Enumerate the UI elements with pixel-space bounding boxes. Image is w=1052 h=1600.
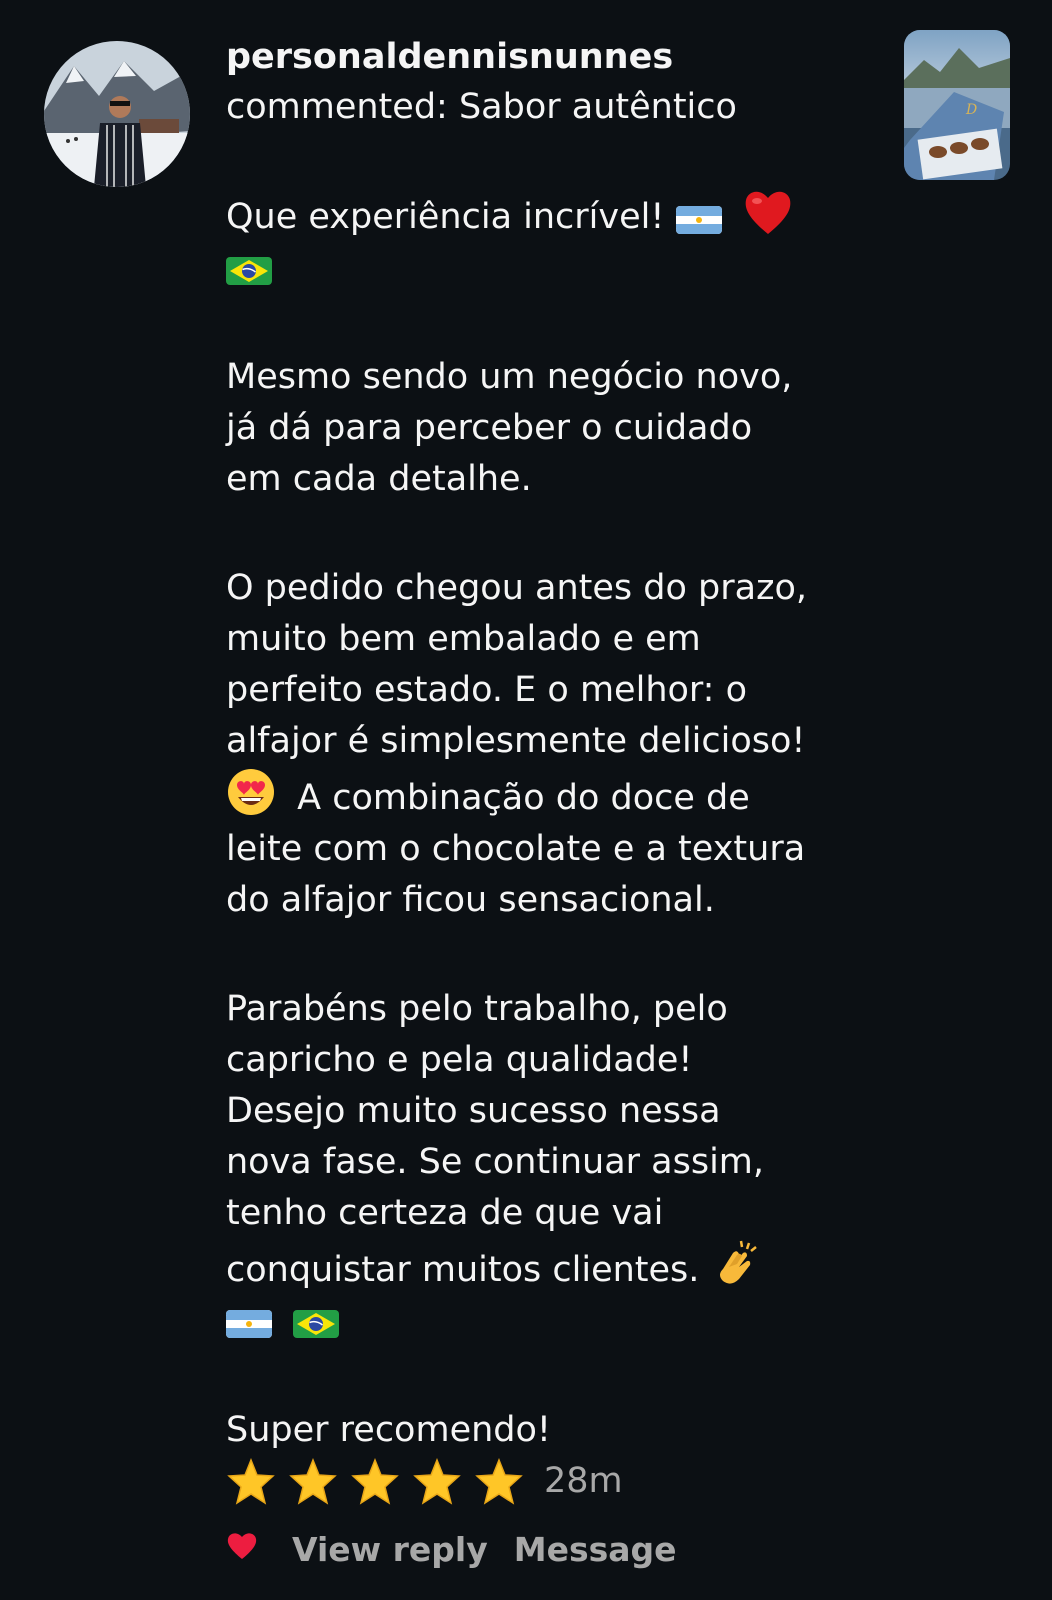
svg-text:D: D xyxy=(965,102,977,118)
comment-subtitle: commented: Sabor autêntico xyxy=(226,87,737,127)
comment-text: conquistar muitos clientes. xyxy=(226,1250,700,1290)
comment-content: personaldennisnunnes commented: Sabor au… xyxy=(226,32,886,1507)
avatar[interactable] xyxy=(44,41,190,187)
comment-text: O pedido chegou antes do prazo, xyxy=(226,568,807,608)
comment-text: nova fase. Se continuar assim, xyxy=(226,1142,765,1182)
rating-row: 28m xyxy=(226,1456,886,1507)
message-button[interactable]: Message xyxy=(514,1530,677,1569)
argentina-flag-icon xyxy=(675,204,722,236)
view-reply-button[interactable]: View reply xyxy=(292,1530,488,1569)
comment-text: A combinação do doce de xyxy=(297,778,750,818)
post-thumbnail-icon: D xyxy=(904,30,1010,180)
comment-text: perfeito estado. E o melhor: o xyxy=(226,670,748,710)
heart-icon[interactable] xyxy=(226,1530,258,1569)
argentina-flag-icon xyxy=(226,1308,272,1340)
brazil-flag-icon xyxy=(226,255,272,287)
comment-paragraph-3: O pedido chegou antes do prazo, muito be… xyxy=(226,563,886,926)
star-icon xyxy=(350,1457,400,1506)
post-thumbnail[interactable]: D xyxy=(904,30,1010,180)
comment-text: leite com o chocolate e a textura xyxy=(226,829,806,869)
star-icon xyxy=(288,1457,338,1506)
comment-text: capricho e pela qualidade! xyxy=(226,1040,693,1080)
red-heart-icon xyxy=(743,188,793,236)
comment-text: muito bem embalado e em xyxy=(226,619,701,659)
comment-text: já dá para perceber o cuidado xyxy=(226,408,753,448)
comment-text: Super recomendo! xyxy=(226,1410,551,1450)
comment-text: tenho certeza de que vai xyxy=(226,1193,664,1233)
comment-text: Parabéns pelo trabalho, pelo xyxy=(226,989,728,1029)
comment-timestamp: 28m xyxy=(544,1461,623,1501)
comment-paragraph-2: Mesmo sendo um negócio novo, já dá para … xyxy=(226,352,886,505)
comment-text: em cada detalhe. xyxy=(226,459,532,499)
brazil-flag-icon xyxy=(293,1308,340,1340)
comment-paragraph-4: Parabéns pelo trabalho, pelo capricho e … xyxy=(226,984,886,1347)
comment-text: Mesmo sendo um negócio novo, xyxy=(226,357,793,397)
heart-eyes-face-icon xyxy=(226,767,276,817)
profile-photo-icon xyxy=(44,41,190,187)
comment-text: Desejo muito sucesso nessa xyxy=(226,1091,721,1131)
comment-text: Que experiência incrível! xyxy=(226,197,665,237)
username[interactable]: personaldennisnunnes xyxy=(226,32,886,82)
comment-text: do alfajor ficou sensacional. xyxy=(226,880,715,920)
comment-body: Que experiência incrível! Mesmo sendo um… xyxy=(226,188,886,1507)
comment-text: alfajor é simplesmente delicioso! xyxy=(226,721,806,761)
star-icon xyxy=(412,1457,462,1506)
comment-actions: View reply Message xyxy=(226,1530,703,1569)
comment-paragraph-1: Que experiência incrível! xyxy=(226,188,886,294)
star-icon xyxy=(474,1457,524,1506)
star-icon xyxy=(226,1457,276,1506)
comment-paragraph-5: Super recomendo! 28m xyxy=(226,1405,886,1507)
clapping-hands-icon xyxy=(711,1239,761,1289)
